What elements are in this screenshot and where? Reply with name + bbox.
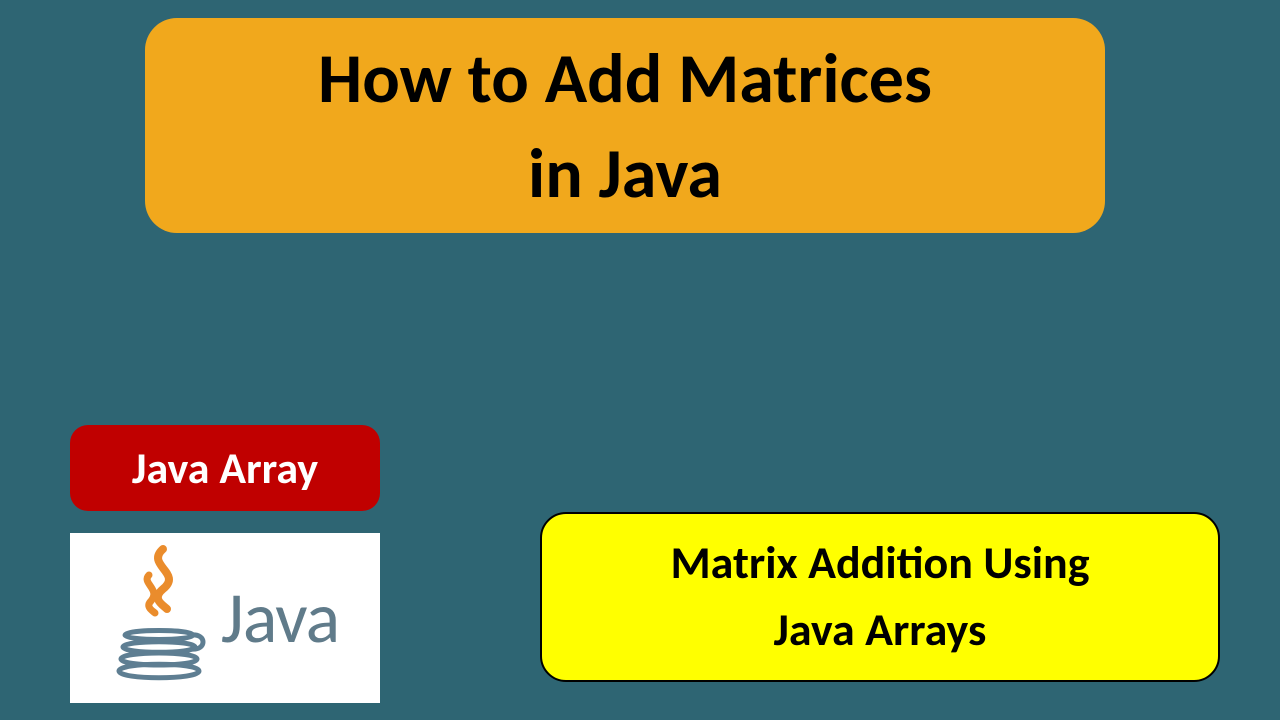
tag-label: Java Array <box>132 441 318 495</box>
main-title-box: How to Add Matrices in Java <box>145 18 1105 233</box>
tag-box: Java Array <box>70 425 380 511</box>
subtitle-line-2: Java Arrays <box>774 602 987 658</box>
java-cup-icon <box>111 543 207 693</box>
java-logo-text: Java <box>221 574 339 662</box>
java-logo-box: Java <box>70 533 380 703</box>
subtitle-box: Matrix Addition Using Java Arrays <box>540 512 1220 682</box>
main-title-text: How to Add Matrices in Java <box>318 31 932 220</box>
title-line-2: in Java <box>528 130 722 216</box>
subtitle-line-1: Matrix Addition Using <box>670 535 1089 591</box>
title-line-1: How to Add Matrices <box>318 35 932 121</box>
subtitle-text: Matrix Addition Using Java Arrays <box>670 530 1089 663</box>
